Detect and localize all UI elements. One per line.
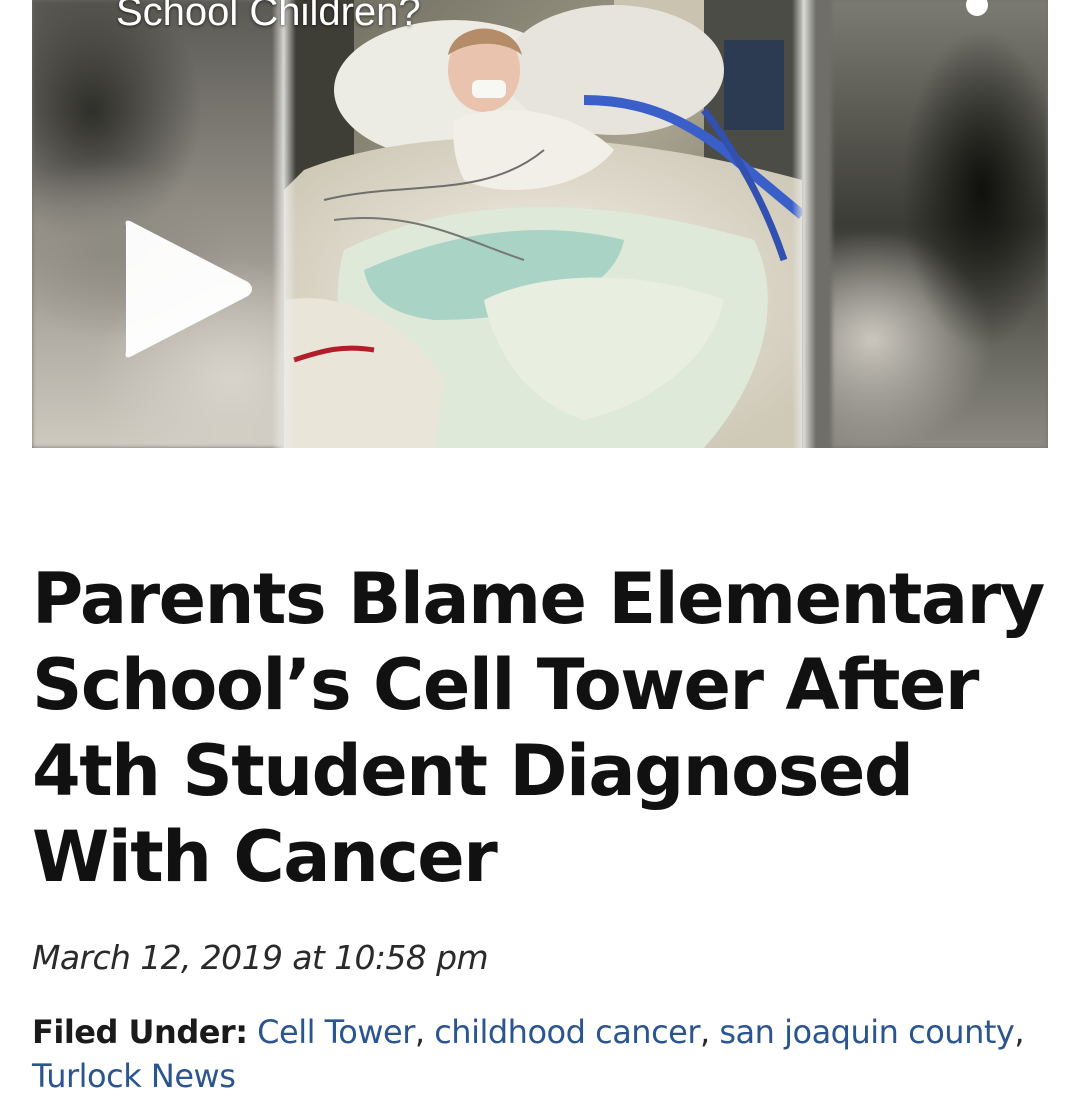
video-blurred-background-right	[832, 0, 1048, 448]
frame-edge-left	[272, 0, 296, 448]
tag-link-childhood-cancer[interactable]: childhood cancer	[434, 1013, 700, 1051]
tag-link-cell-tower[interactable]: Cell Tower	[257, 1013, 415, 1051]
tag-separator: ,	[700, 1013, 710, 1051]
tag-separator: ,	[414, 1013, 425, 1051]
hospital-bed-photo	[284, 0, 802, 448]
play-button[interactable]	[116, 216, 256, 362]
filed-under: Filed Under: Cell Tower, childhood cance…	[32, 1010, 1062, 1098]
video-thumbnail-image	[284, 0, 802, 448]
video-title: School Children?	[116, 0, 421, 34]
article-date: March 12, 2019 at 10:58 pm	[32, 938, 489, 977]
tag-separator: ,	[1014, 1013, 1024, 1051]
frame-edge-right	[792, 0, 816, 448]
play-icon	[125, 220, 252, 358]
tag-link-san-joaquin-county[interactable]: san joaquin county	[719, 1013, 1014, 1051]
video-player[interactable]: School Children?	[32, 0, 1048, 448]
filed-under-label: Filed Under:	[32, 1013, 248, 1051]
article-headline: Parents Blame Elementary School’s Cell T…	[32, 558, 1045, 898]
tag-link-turlock-news[interactable]: Turlock News	[32, 1057, 236, 1095]
